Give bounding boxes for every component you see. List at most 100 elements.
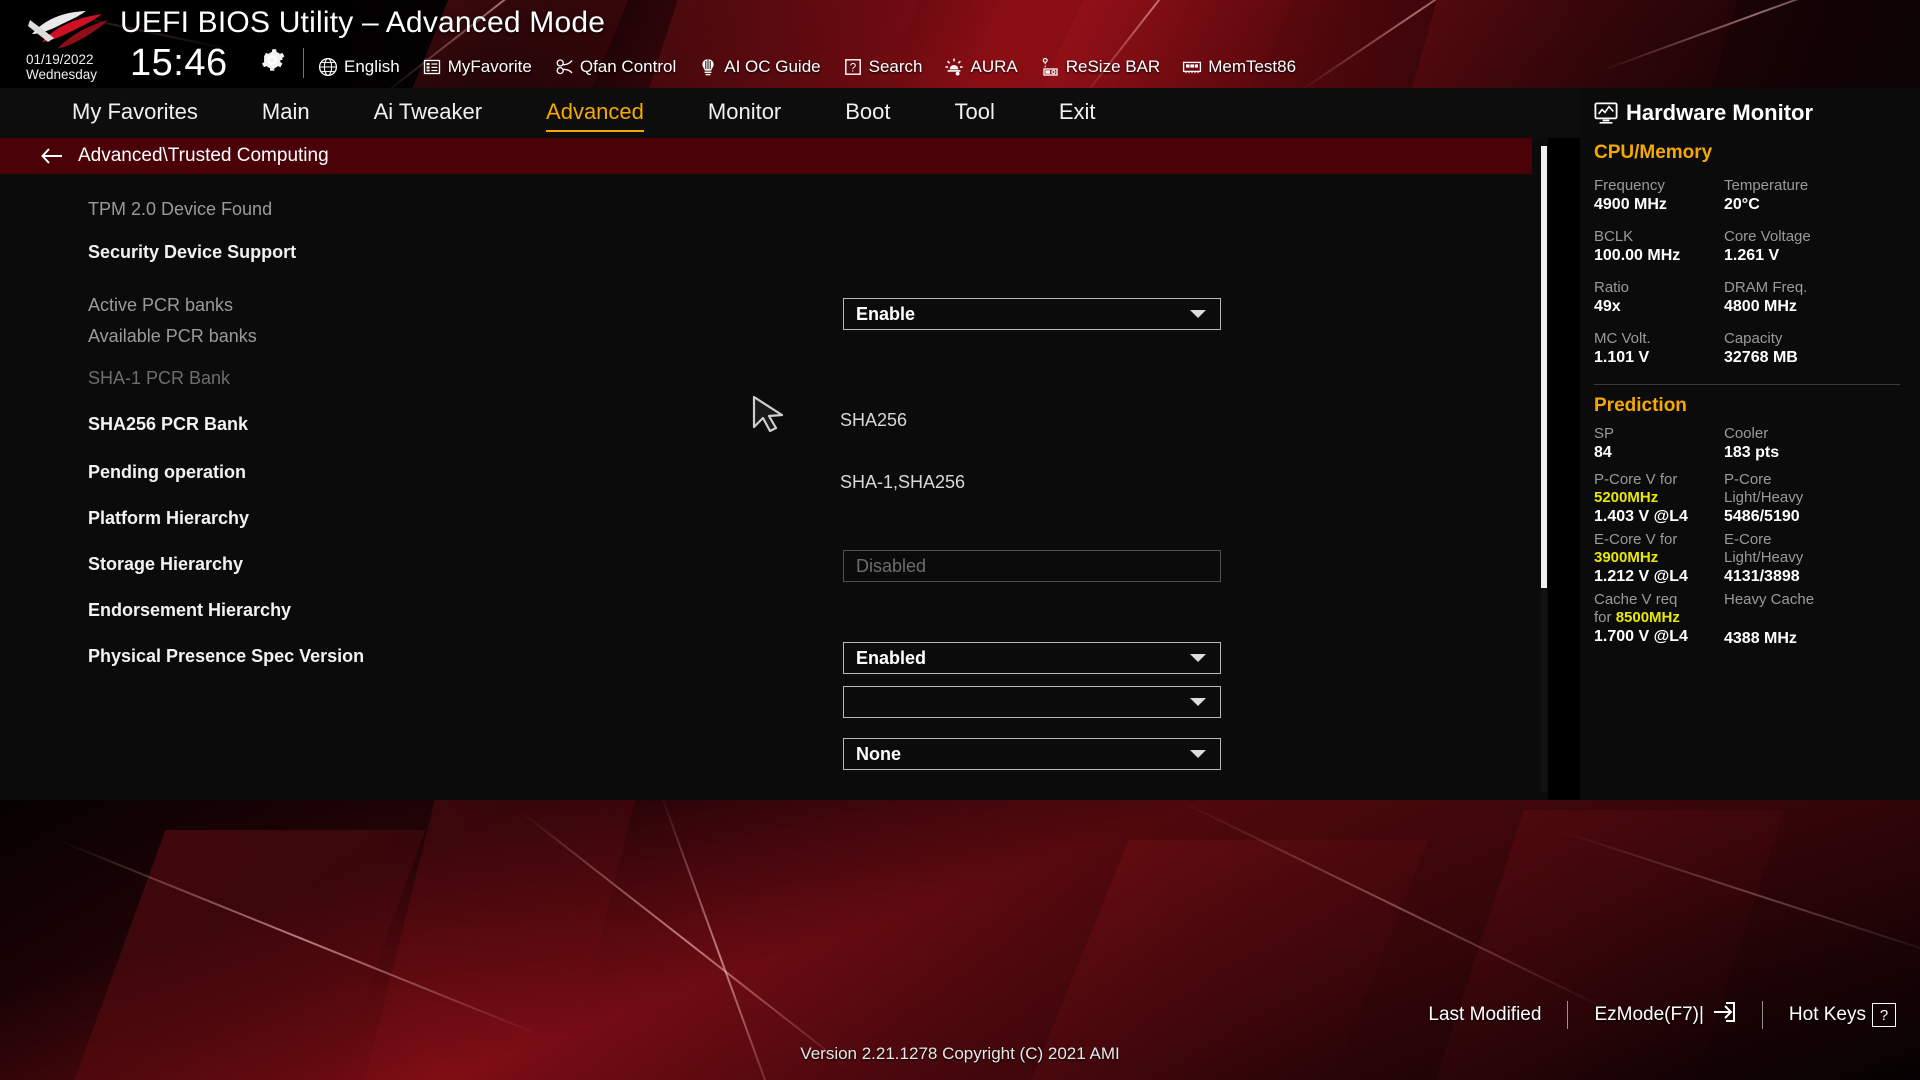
footer-streak bbox=[1179, 800, 1612, 1012]
aura-light-icon bbox=[944, 57, 964, 77]
fan-icon bbox=[554, 57, 574, 77]
footer-streak bbox=[519, 810, 852, 1070]
hw-section-cpu-memory: CPU/Memory bbox=[1594, 142, 1713, 163]
hw-value: 1.261 V bbox=[1724, 247, 1780, 264]
nav-tab-monitor[interactable]: Monitor bbox=[708, 95, 781, 131]
nav-tab-advanced[interactable]: Advanced bbox=[546, 95, 644, 132]
arrow-left-icon[interactable] bbox=[40, 144, 64, 168]
settings-panel: Advanced\Trusted Computing TPM 2.0 Devic… bbox=[0, 138, 1548, 860]
nav-tab-ai-tweaker[interactable]: Ai Tweaker bbox=[374, 95, 482, 131]
settings-rows: TPM 2.0 Device Found Security Device Sup… bbox=[0, 174, 1532, 800]
hw-key-cache: Cache V req for 8500MHz bbox=[1594, 587, 1724, 627]
toolbar-item-qfan-control[interactable]: Qfan Control bbox=[554, 52, 688, 82]
question-box-icon: ? bbox=[843, 57, 863, 77]
dropdown-next-partial[interactable] bbox=[843, 686, 1221, 718]
nav-tab-exit[interactable]: Exit bbox=[1059, 95, 1096, 131]
toolbar-label: AI OC Guide bbox=[724, 57, 821, 76]
hardware-monitor-title: Hardware Monitor bbox=[1626, 100, 1814, 125]
hw-key-cache-right: Heavy Cache bbox=[1724, 587, 1920, 627]
hw-value: 183 pts bbox=[1724, 444, 1780, 461]
hw-key-highlight: 3900MHz bbox=[1594, 549, 1659, 566]
hw-key: Frequency bbox=[1594, 177, 1665, 194]
toolbar-item-myfavorite[interactable]: MyFavorite bbox=[422, 52, 544, 82]
hw-value: 49x bbox=[1594, 298, 1621, 315]
toolbar-label: AURA bbox=[970, 57, 1018, 76]
nav-tab-main[interactable]: Main bbox=[262, 95, 310, 131]
setting-row: Active PCR banks SHA256 bbox=[0, 292, 1532, 431]
gear-icon[interactable] bbox=[258, 46, 286, 74]
date-value: 01/19/2022 bbox=[26, 52, 94, 67]
hw-value: 4131/3898 bbox=[1724, 568, 1800, 585]
setting-label: SHA-1 PCR Bank bbox=[88, 367, 231, 388]
hw-key: SP bbox=[1594, 425, 1615, 442]
hw-value: 1.700 V @L4 bbox=[1594, 628, 1688, 645]
version-text: Version 2.21.1278 Copyright (C) 2021 AMI bbox=[800, 1044, 1120, 1063]
toolbar-item-search[interactable]: ? Search bbox=[843, 52, 935, 82]
toolbar-item-aura[interactable]: AURA bbox=[944, 52, 1029, 82]
footer-banner: Last Modified EzMode(F7)| Hot Keys ? Ver… bbox=[0, 800, 1920, 1080]
hw-value: 4388 MHz bbox=[1724, 630, 1797, 647]
hw-key-line: P-Core V for bbox=[1594, 471, 1678, 488]
toolbar-item-memtest86[interactable]: MemTest86 bbox=[1182, 52, 1308, 82]
setting-row: SHA256 PCR Bank Enabled bbox=[0, 408, 1532, 674]
chevron-down-icon bbox=[1190, 698, 1206, 706]
hw-key-ecore: E-Core V for 3900MHz bbox=[1594, 527, 1724, 567]
hw-value: 20°C bbox=[1724, 196, 1760, 213]
date-display: 01/19/2022 Wednesday bbox=[26, 52, 97, 82]
nav-tab-tool[interactable]: Tool bbox=[955, 95, 995, 131]
setting-label: TPM 2.0 Device Found bbox=[88, 198, 273, 219]
toolbar-item-resize-bar[interactable]: ReSize BAR bbox=[1040, 52, 1172, 82]
hw-key: MC Volt. bbox=[1594, 330, 1651, 347]
footer-decor bbox=[1436, 810, 1784, 1080]
setting-row: Security Device Support Enable bbox=[0, 236, 1532, 330]
hw-value: 1.101 V bbox=[1594, 349, 1650, 366]
hotkeys-button[interactable]: Hot Keys ? bbox=[1789, 1003, 1896, 1027]
monitor-icon bbox=[1594, 102, 1618, 124]
dropdown-value: None bbox=[856, 743, 901, 764]
hw-key-highlight: 5200MHz bbox=[1594, 489, 1659, 506]
hw-key-ecore-right: E-Core Light/Heavy bbox=[1724, 527, 1920, 567]
hw-value: 84 bbox=[1594, 444, 1612, 461]
toolbar-divider bbox=[303, 48, 304, 78]
last-modified-button[interactable]: Last Modified bbox=[1428, 1004, 1541, 1026]
hw-key-line: for bbox=[1594, 609, 1612, 626]
hw-key-line: Cache V req bbox=[1594, 591, 1678, 608]
hw-value: 100.00 MHz bbox=[1594, 247, 1681, 264]
toolbar-item-ai-oc-guide[interactable]: AI OC Guide bbox=[698, 52, 832, 82]
hw-key-line: Light/Heavy bbox=[1724, 489, 1804, 506]
hw-key: Core Voltage bbox=[1724, 228, 1811, 245]
hw-value: 1.403 V @L4 bbox=[1594, 508, 1688, 525]
toolbar-item-english[interactable]: English bbox=[318, 52, 412, 82]
dropdown-pending-operation[interactable]: None bbox=[843, 738, 1221, 770]
hw-value: 4800 MHz bbox=[1724, 298, 1797, 315]
setting-label: SHA256 PCR Bank bbox=[88, 413, 249, 434]
exit-arrow-icon bbox=[1710, 1000, 1736, 1030]
hardware-monitor-panel: Hardware Monitor CPU/Memory Frequency Te… bbox=[1580, 88, 1920, 800]
breadcrumb-path: Advanced\Trusted Computing bbox=[78, 145, 329, 166]
setting-row: TPM 2.0 Device Found bbox=[0, 196, 1532, 222]
hw-key-pcore: P-Core V for 5200MHz bbox=[1594, 463, 1724, 507]
footer-decor bbox=[365, 800, 635, 1080]
setting-label: Active PCR banks bbox=[88, 294, 234, 315]
favorites-list-icon bbox=[422, 57, 442, 77]
banner-streak bbox=[1599, 0, 1911, 72]
ezmode-button[interactable]: EzMode(F7)| bbox=[1594, 1000, 1735, 1030]
toolbar-label: Qfan Control bbox=[579, 57, 677, 76]
hw-key: DRAM Freq. bbox=[1724, 279, 1808, 296]
hw-prediction-grid: SP Cooler 84 183 pts P-Core V for 5200MH… bbox=[1580, 417, 1920, 649]
globe-icon bbox=[318, 57, 338, 77]
settings-scrollbar-thumb[interactable] bbox=[1541, 146, 1547, 588]
ezmode-label: EzMode(F7)| bbox=[1594, 1004, 1704, 1025]
setting-label: Security Device Support bbox=[88, 241, 297, 262]
hw-section-prediction: Prediction bbox=[1594, 395, 1687, 416]
footer-links: Last Modified EzMode(F7)| Hot Keys ? bbox=[1428, 1000, 1896, 1030]
hw-key: Ratio bbox=[1594, 279, 1630, 296]
hw-key: Temperature bbox=[1724, 177, 1809, 194]
hw-value: 5486/5190 bbox=[1724, 508, 1800, 525]
nav-tab-my-favorites[interactable]: My Favorites bbox=[72, 95, 198, 131]
footer-streak bbox=[1559, 830, 1920, 962]
weekday-value: Wednesday bbox=[26, 67, 98, 82]
setting-row: Pending operation None bbox=[0, 456, 1532, 770]
rog-logo-icon bbox=[28, 8, 114, 52]
nav-tab-boot[interactable]: Boot bbox=[845, 95, 890, 131]
